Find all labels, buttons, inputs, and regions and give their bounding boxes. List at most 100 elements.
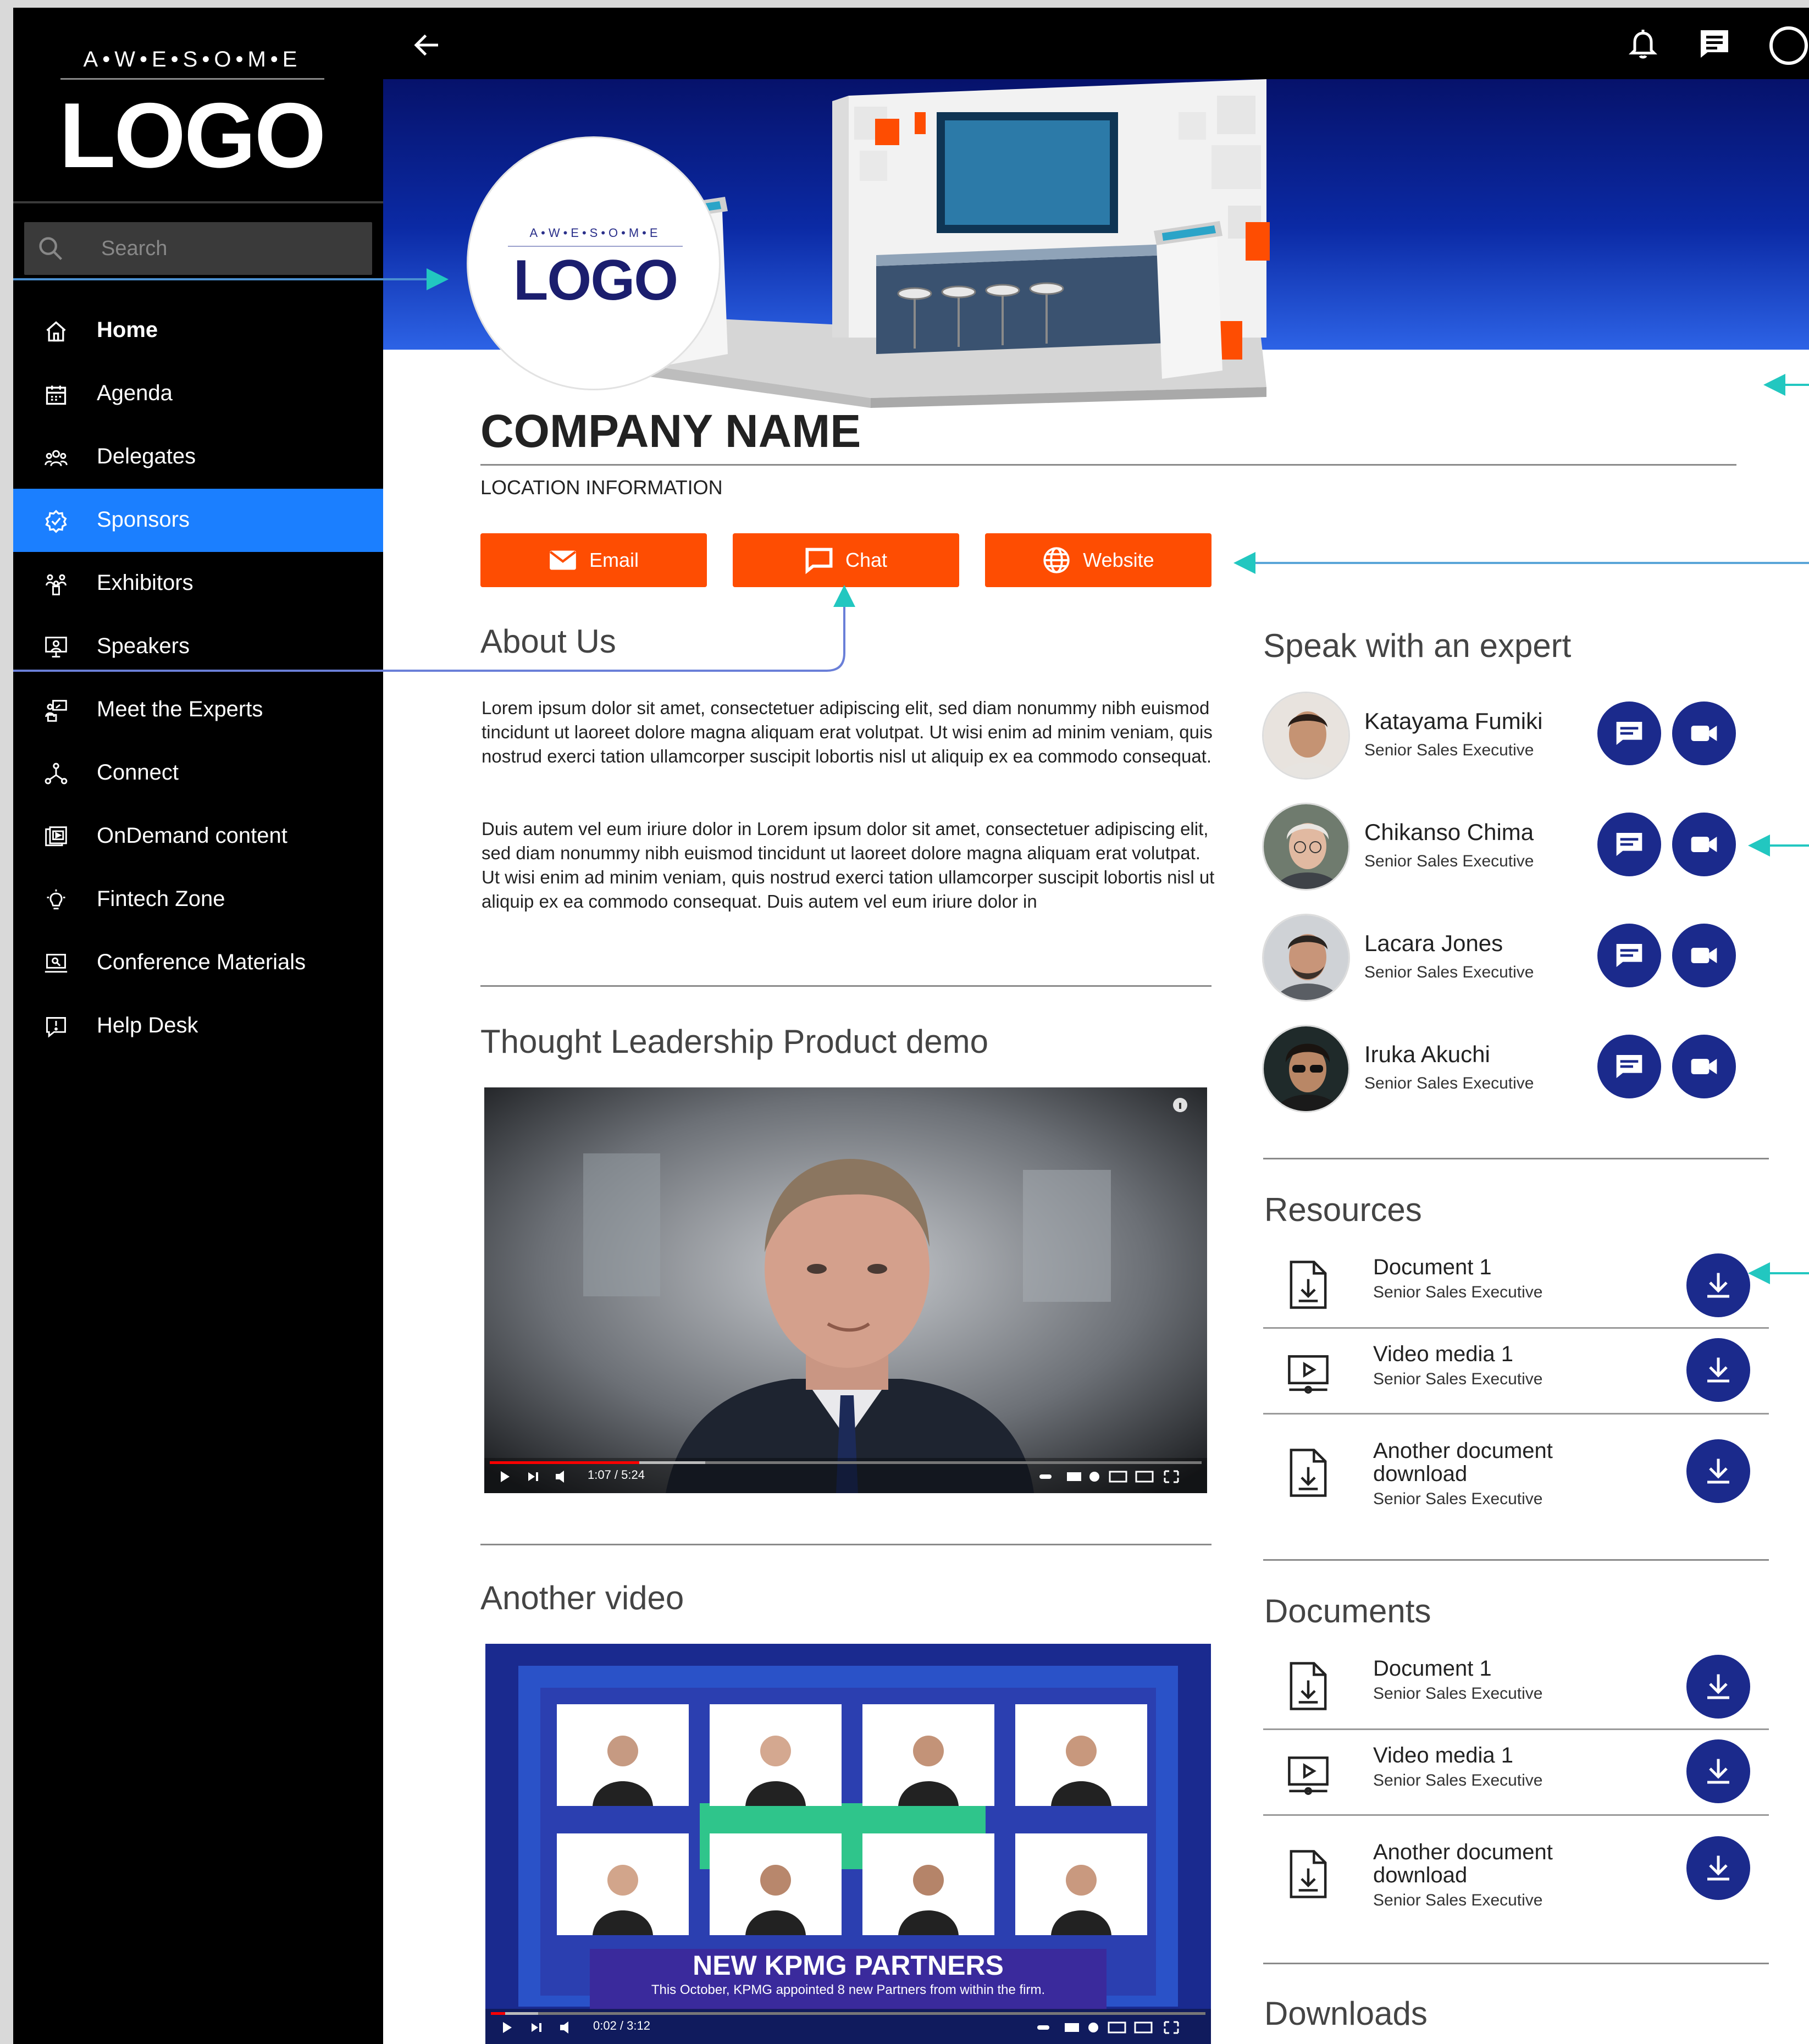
sidebar-item-fintech-zone[interactable]: Fintech Zone bbox=[13, 868, 383, 931]
download-button[interactable] bbox=[1686, 1338, 1750, 1402]
expert-name: Chikanso Chima bbox=[1364, 819, 1534, 845]
calendar-icon bbox=[46, 385, 67, 405]
laptop-icon bbox=[45, 954, 68, 973]
chat-button[interactable]: Chat bbox=[733, 533, 959, 587]
document-item[interactable]: Another document download Senior Sales E… bbox=[1263, 1836, 1769, 1924]
sidebar-item-label: Connect bbox=[97, 760, 179, 785]
resource-item[interactable]: Video media 1 Senior Sales Executive bbox=[1263, 1338, 1769, 1415]
expert-chat-button[interactable] bbox=[1597, 1035, 1661, 1098]
divider bbox=[1263, 1728, 1769, 1730]
sidebar-item-label: Help Desk bbox=[97, 1013, 198, 1037]
video-player-1[interactable]: 1:07 / 5:24 bbox=[484, 1087, 1207, 1493]
sponsor-logo-tagline: A•W•E•S•O•M•E bbox=[529, 226, 661, 240]
message-icon[interactable] bbox=[1698, 27, 1731, 60]
sidebar-item-conference-materials[interactable]: Conference Materials bbox=[13, 931, 383, 995]
sidebar-nav: Home Agenda Delegates Sponsors Exhibitor… bbox=[13, 299, 383, 1058]
expert-video-call-button[interactable] bbox=[1672, 813, 1736, 876]
sidebar-item-label: Home bbox=[97, 318, 158, 342]
document-item[interactable]: Document 1 Senior Sales Executive bbox=[1263, 1653, 1769, 1730]
sidebar-item-help-desk[interactable]: Help Desk bbox=[13, 995, 383, 1058]
sidebar-item-label: Fintech Zone bbox=[97, 887, 225, 911]
bulb-icon bbox=[47, 889, 65, 910]
sidebar-item-sponsors[interactable]: Sponsors bbox=[13, 489, 383, 552]
sidebar-item-delegates[interactable]: Delegates bbox=[13, 426, 383, 489]
download-icon bbox=[1707, 1273, 1729, 1298]
expert-name: Iruka Akuchi bbox=[1364, 1041, 1490, 1067]
chat-icon bbox=[1616, 722, 1642, 745]
download-button[interactable] bbox=[1686, 1439, 1750, 1503]
video1-time: 1:07 / 5:24 bbox=[588, 1468, 645, 1482]
download-icon bbox=[1707, 1459, 1729, 1484]
exhibition-booth-image bbox=[645, 79, 1270, 408]
download-button[interactable] bbox=[1686, 1739, 1750, 1803]
sidebar-item-label: Speakers bbox=[97, 634, 190, 658]
sidebar-item-label: Agenda bbox=[97, 381, 173, 405]
download-icon bbox=[1707, 1855, 1729, 1881]
download-icon bbox=[1707, 1357, 1729, 1383]
video-camera-icon bbox=[1691, 1059, 1717, 1074]
avatar bbox=[1262, 803, 1350, 891]
help-chat-icon bbox=[46, 1017, 66, 1038]
expert-chat-button[interactable] bbox=[1597, 701, 1661, 765]
chat-icon bbox=[1616, 833, 1642, 856]
download-button[interactable] bbox=[1686, 1655, 1750, 1719]
expert-name: Lacara Jones bbox=[1364, 930, 1503, 956]
expert-chat-button[interactable] bbox=[1597, 924, 1661, 987]
profile-icon[interactable] bbox=[1769, 26, 1808, 65]
expert-video-call-button[interactable] bbox=[1672, 701, 1736, 765]
lectern-icon bbox=[45, 700, 67, 722]
download-button[interactable] bbox=[1686, 1836, 1750, 1900]
divider bbox=[480, 464, 1736, 466]
expert-chat-button[interactable] bbox=[1597, 813, 1661, 876]
sidebar-item-speakers[interactable]: Speakers bbox=[13, 615, 383, 678]
search-input[interactable] bbox=[101, 232, 359, 265]
email-button-label: Email bbox=[589, 549, 639, 571]
resource-item[interactable]: Another document download Senior Sales E… bbox=[1263, 1435, 1769, 1523]
document-subtitle: Senior Sales Executive bbox=[1373, 1771, 1543, 1789]
sidebar-logo[interactable]: A•W•E•S•O•M•E LOGO bbox=[13, 8, 383, 203]
sidebar-item-home[interactable]: Home bbox=[13, 299, 383, 362]
document-title: Video media 1 bbox=[1373, 1743, 1513, 1767]
search-box[interactable] bbox=[24, 222, 372, 275]
expert-video-call-button[interactable] bbox=[1672, 1035, 1736, 1098]
bell-icon[interactable] bbox=[1627, 26, 1659, 60]
video-camera-icon bbox=[1691, 837, 1717, 852]
website-button[interactable]: Website bbox=[985, 533, 1211, 587]
resource-subtitle: Senior Sales Executive bbox=[1373, 1370, 1543, 1388]
logo-rule bbox=[60, 78, 324, 80]
sidebar-item-meet-the-experts[interactable]: Meet the Experts bbox=[13, 678, 383, 742]
video-progress-2 bbox=[491, 2012, 505, 2015]
sidebar-item-ondemand-content[interactable]: OnDemand content bbox=[13, 805, 383, 868]
resource-item[interactable]: Document 1 Senior Sales Executive bbox=[1263, 1251, 1769, 1329]
resource-title: Video media 1 bbox=[1373, 1342, 1513, 1366]
about-paragraph-1: Lorem ipsum dolor sit amet, consectetuer… bbox=[482, 698, 1213, 766]
sidebar-item-label: Sponsors bbox=[97, 507, 190, 532]
divider bbox=[1263, 1559, 1769, 1561]
divider bbox=[1263, 1327, 1769, 1329]
document-item[interactable]: Video media 1 Senior Sales Executive bbox=[1263, 1739, 1769, 1816]
downloads-title: Downloads bbox=[1264, 1995, 1428, 2032]
sidebar-item-exhibitors[interactable]: Exhibitors bbox=[13, 552, 383, 615]
divider bbox=[480, 1544, 1211, 1545]
divider bbox=[1263, 1963, 1769, 1964]
media-library-icon bbox=[45, 826, 67, 847]
resource-title: Document 1 bbox=[1373, 1255, 1492, 1279]
expert-video-call-button[interactable] bbox=[1672, 924, 1736, 987]
divider bbox=[1263, 1413, 1769, 1415]
sponsor-logo: A•W•E•S•O•M•E LOGO bbox=[467, 136, 721, 390]
sidebar-item-connect[interactable]: Connect bbox=[13, 742, 383, 805]
download-button[interactable] bbox=[1686, 1253, 1750, 1317]
document-subtitle: Senior Sales Executive bbox=[1373, 1891, 1543, 1909]
video-player-2[interactable]: NEW KPMG PARTNERS This October, KPMG app… bbox=[485, 1644, 1211, 2044]
video-frame-1 bbox=[484, 1087, 1207, 1493]
video2-caption: This October, KPMG appointed 8 new Partn… bbox=[651, 1982, 1045, 1997]
network-icon bbox=[45, 763, 68, 785]
chat-icon bbox=[1616, 1055, 1642, 1078]
email-button[interactable]: Email bbox=[480, 533, 707, 587]
sidebar-item-agenda[interactable]: Agenda bbox=[13, 362, 383, 426]
sidebar-item-label: Conference Materials bbox=[97, 950, 306, 974]
back-arrow-icon[interactable] bbox=[411, 29, 444, 62]
expert-name: Katayama Fumiki bbox=[1364, 708, 1543, 734]
resource-title: Another document download bbox=[1373, 1439, 1553, 1486]
about-paragraph-2: Duis autem vel eum iriure dolor in Lorem… bbox=[482, 819, 1215, 911]
